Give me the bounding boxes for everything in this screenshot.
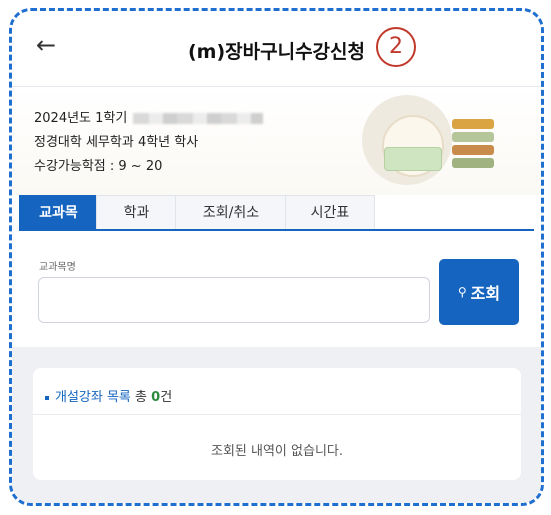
step-number-badge: 2	[376, 27, 416, 67]
total-count: 0	[151, 390, 161, 405]
total-label: 총	[135, 390, 148, 405]
search-button-label: 조회	[470, 284, 501, 303]
count-unit: 건	[160, 390, 173, 405]
divider	[33, 414, 521, 415]
tab-underline	[19, 229, 534, 231]
redacted-name	[133, 113, 264, 124]
course-name-label: 교과목명	[39, 262, 76, 273]
tab-department[interactable]: 학과	[96, 195, 177, 231]
results-header: 개설강좌 목록 총 0건	[45, 386, 172, 405]
open-book-icon	[384, 147, 442, 171]
semester-line: 2024년도 1학기	[34, 107, 264, 126]
results-card: 개설강좌 목록 총 0건 조회된 내역이 없습니다.	[33, 368, 521, 480]
search-button[interactable]: ⚲ 조회	[439, 259, 519, 325]
tab-course[interactable]: 교과목	[19, 195, 98, 231]
semester-text: 2024년도 1학기	[34, 111, 128, 126]
results-title: 개설강좌 목록	[55, 390, 131, 405]
bullet-icon	[45, 395, 49, 400]
tab-inquiry-cancel[interactable]: 조회/취소	[175, 195, 287, 231]
student-info-panel: 2024년도 1학기 정경대학 세무학과 4학년 학사 수강가능학점 : 9 ~…	[12, 87, 541, 195]
screenshot-frame: ← (m)장바구니수강신청 2 2024년도 1학기 정경대학 세무학과 4학년…	[9, 8, 544, 506]
book-stack-icon	[452, 119, 494, 171]
empty-message: 조회된 내역이 없습니다.	[211, 444, 343, 459]
app-header: ← (m)장바구니수강신청 2	[12, 11, 541, 87]
search-icon: ⚲	[457, 285, 467, 299]
tab-timetable[interactable]: 시간표	[285, 195, 375, 231]
page-title: (m)장바구니수강신청	[187, 41, 365, 63]
credit-range-line: 수강가능학점 : 9 ~ 20	[34, 159, 163, 174]
department-line: 정경대학 세무학과 4학년 학사	[34, 135, 199, 150]
course-name-input[interactable]	[38, 277, 430, 323]
